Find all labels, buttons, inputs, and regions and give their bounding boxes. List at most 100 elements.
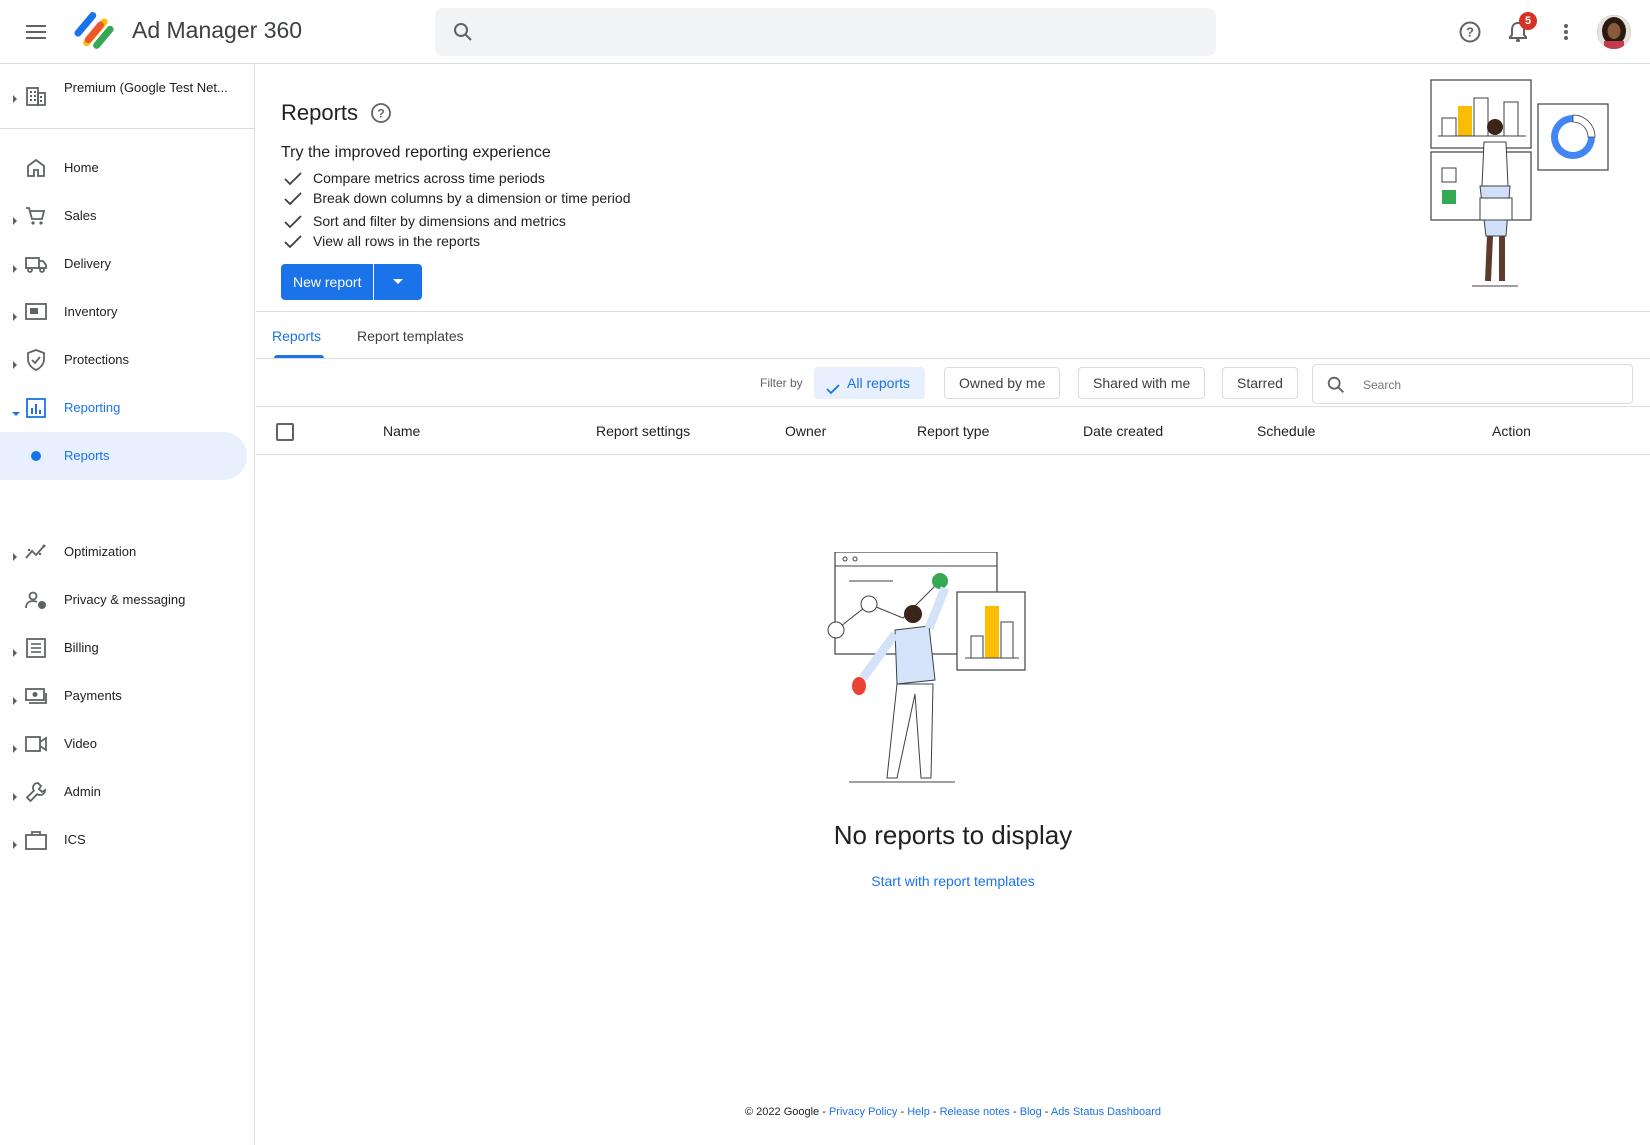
app-title: Ad Manager 360	[132, 17, 303, 43]
table-search-box	[1312, 364, 1633, 404]
home-icon	[24, 156, 48, 180]
footer-link-release-notes[interactable]: Release notes	[940, 1106, 1010, 1118]
empty-state-title: No reports to display	[833, 820, 1073, 850]
truck-icon	[24, 252, 48, 276]
list-icon	[24, 636, 48, 660]
new-report-dropdown-button[interactable]	[374, 264, 423, 300]
caret-right-icon	[12, 548, 18, 566]
sidebar-item-label: Video	[64, 736, 98, 751]
new-report-split-button: New report	[281, 264, 423, 300]
more-vert-icon[interactable]	[1550, 16, 1582, 48]
sidebar-item-label: Payments	[64, 688, 122, 703]
briefcase-icon	[24, 828, 48, 852]
reporting-hero-illustration	[1422, 76, 1612, 301]
cart-icon	[24, 204, 48, 228]
column-header-schedule[interactable]: Schedule	[1257, 423, 1315, 439]
left-nav-sidebar: Premium (Google Test Net... Home Sales D…	[0, 64, 255, 1145]
caret-right-icon	[12, 308, 18, 326]
payments-icon	[24, 684, 48, 708]
sidebar-item-billing[interactable]: Billing	[0, 624, 255, 672]
sidebar-item-ics[interactable]: ICS	[0, 816, 255, 864]
sidebar-item-protections[interactable]: Protections	[0, 336, 255, 384]
divider	[256, 454, 1650, 455]
check-icon	[283, 213, 303, 232]
dot-icon	[31, 451, 41, 461]
ad-manager-logo-icon	[74, 11, 118, 53]
divider	[256, 311, 1650, 312]
search-icon	[451, 20, 475, 49]
promo-heading: Try the improved reporting experience	[281, 144, 551, 161]
column-header-owner[interactable]: Owner	[785, 423, 826, 439]
sidebar-item-optimization[interactable]: Optimization	[0, 528, 255, 576]
sidebar-item-reports[interactable]: Reports	[0, 432, 247, 480]
video-icon	[24, 732, 48, 756]
bar-chart-icon	[24, 396, 48, 420]
sidebar-item-label: Protections	[64, 352, 130, 367]
sidebar-item-label: Optimization	[64, 544, 137, 559]
caret-right-icon	[12, 212, 18, 230]
search-icon	[1325, 374, 1347, 401]
footer-link-help[interactable]: Help	[907, 1106, 930, 1118]
sidebar-item-home[interactable]: Home	[0, 144, 255, 192]
check-icon	[283, 190, 303, 209]
building-icon	[24, 84, 48, 113]
global-search-bar[interactable]	[435, 8, 1216, 56]
filter-chip-shared-with-me[interactable]: Shared with me	[1078, 367, 1206, 399]
shield-icon	[24, 348, 48, 372]
column-header-report-type[interactable]: Report type	[917, 423, 989, 439]
sidebar-item-delivery[interactable]: Delivery	[0, 240, 255, 288]
caret-right-icon	[12, 90, 18, 108]
check-icon	[283, 233, 303, 252]
trend-icon	[24, 540, 48, 564]
notification-count-badge: 5	[1519, 12, 1537, 30]
caret-down-icon	[392, 273, 404, 291]
start-with-templates-link[interactable]: Start with report templates	[256, 873, 1650, 889]
network-name: Premium (Google Test Net...	[64, 80, 228, 95]
caret-right-icon	[12, 836, 18, 854]
sidebar-item-admin[interactable]: Admin	[0, 768, 255, 816]
sidebar-item-label: Privacy & messaging	[64, 592, 186, 607]
page-title: Reports	[281, 100, 359, 125]
network-selector[interactable]: Premium (Google Test Net...	[0, 64, 255, 129]
inventory-icon	[24, 300, 48, 324]
user-avatar[interactable]	[1597, 15, 1631, 49]
sidebar-item-privacy-messaging[interactable]: Privacy & messaging	[0, 576, 255, 624]
footer-link-ads-status-dashboard[interactable]: Ads Status Dashboard	[1051, 1106, 1161, 1118]
sidebar-item-reporting[interactable]: Reporting	[0, 384, 255, 432]
filter-by-label: Filter by	[760, 376, 803, 390]
tab-reports[interactable]: Reports	[272, 328, 321, 344]
sidebar-item-inventory[interactable]: Inventory	[0, 288, 255, 336]
filter-chip-starred[interactable]: Starred	[1222, 367, 1298, 399]
empty-state-illustration	[825, 551, 1035, 807]
table-search-input[interactable]	[1363, 373, 1613, 397]
top-app-bar: Ad Manager 360 ? 5	[0, 0, 1650, 64]
new-report-button[interactable]: New report	[281, 264, 375, 300]
footer: © 2022 Google - Privacy Policy - Help - …	[745, 1106, 1161, 1118]
footer-link-privacy-policy[interactable]: Privacy Policy	[829, 1106, 897, 1118]
filter-chip-all-reports[interactable]: All reports	[814, 367, 926, 399]
column-header-name[interactable]: Name	[383, 423, 420, 439]
privacy-icon	[24, 588, 48, 612]
sidebar-item-label: Reporting	[64, 400, 121, 415]
svg-text:?: ?	[377, 107, 384, 121]
sidebar-item-video[interactable]: Video	[0, 720, 255, 768]
column-header-action: Action	[1492, 423, 1531, 439]
column-header-date-created[interactable]: Date created	[1083, 423, 1163, 439]
help-icon[interactable]: ?	[1454, 16, 1486, 48]
sidebar-item-label: Inventory	[64, 304, 118, 319]
sidebar-item-label: Admin	[64, 784, 101, 799]
tab-report-templates[interactable]: Report templates	[357, 328, 464, 344]
sidebar-item-sales[interactable]: Sales	[0, 192, 255, 240]
filter-chip-owned-by-me[interactable]: Owned by me	[944, 367, 1061, 399]
hamburger-menu-icon[interactable]	[20, 18, 52, 46]
check-icon	[283, 170, 303, 189]
footer-copyright: © 2022 Google	[745, 1106, 820, 1118]
divider	[256, 358, 1650, 359]
select-all-checkbox[interactable]	[276, 423, 294, 441]
sidebar-item-label: Billing	[64, 640, 99, 655]
footer-link-blog[interactable]: Blog	[1020, 1106, 1042, 1118]
help-icon[interactable]: ?	[369, 101, 393, 130]
caret-down-icon	[12, 404, 20, 422]
sidebar-item-payments[interactable]: Payments	[0, 672, 255, 720]
column-header-report-settings[interactable]: Report settings	[596, 423, 690, 439]
